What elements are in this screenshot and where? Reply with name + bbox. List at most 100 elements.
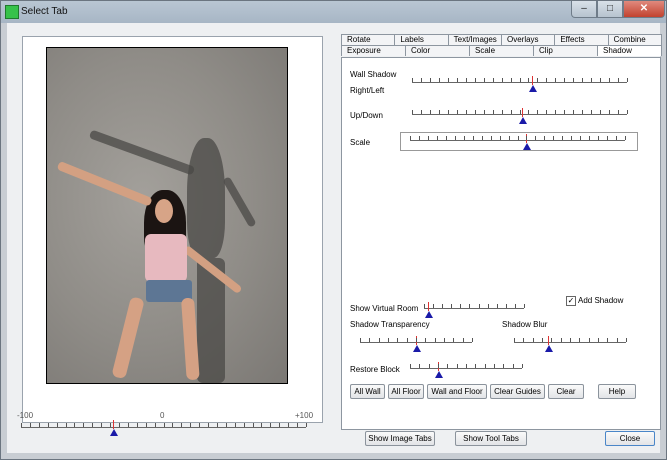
- slider-thumb[interactable]: [425, 311, 433, 318]
- slider-tick: [537, 110, 539, 114]
- clear-guides-button[interactable]: Clear Guides: [490, 384, 545, 399]
- slider-tick: [570, 338, 571, 342]
- slider-tick: [429, 78, 431, 82]
- wall-shadow-label: Wall Shadow: [350, 70, 397, 79]
- slider-tick: [29, 423, 31, 427]
- slider-tick: [270, 423, 272, 427]
- restore-block-slider[interactable]: [410, 362, 530, 382]
- slider-tick: [445, 136, 447, 140]
- slider-tick: [535, 136, 537, 140]
- tab-effects[interactable]: Effects: [554, 34, 609, 45]
- tab-overlays[interactable]: Overlays: [500, 34, 556, 45]
- slider-tick: [499, 136, 501, 140]
- wall-and-floor-button[interactable]: Wall and Floor: [427, 384, 487, 399]
- slider-tick: [544, 136, 546, 140]
- slider-tick: [427, 136, 429, 140]
- slider-tick: [234, 423, 236, 427]
- virtual-room-slider[interactable]: [424, 302, 534, 322]
- tab-color[interactable]: Color: [405, 45, 470, 56]
- minimize-button[interactable]: –: [571, 1, 597, 18]
- slider-tick: [434, 338, 436, 342]
- scale-slider[interactable]: [410, 134, 630, 154]
- slider-thumb[interactable]: [435, 371, 443, 378]
- slider-thumb[interactable]: [523, 143, 531, 150]
- slider-marker: [548, 336, 549, 345]
- tab-combine[interactable]: Combine: [607, 34, 662, 45]
- slider-tick: [419, 364, 421, 368]
- tab-exposure[interactable]: Exposure: [341, 45, 406, 56]
- tab-shadow[interactable]: Shadow: [597, 45, 662, 56]
- slider-tick: [484, 364, 486, 368]
- tab-clip[interactable]: Clip: [533, 45, 598, 56]
- slider-tick: [564, 78, 566, 82]
- shadow-blur-slider[interactable]: [514, 336, 634, 356]
- slider-tick: [598, 338, 599, 342]
- slider-tick: [478, 304, 480, 308]
- slider-tick: [56, 423, 58, 427]
- clear-button[interactable]: Clear: [548, 384, 584, 399]
- slider-tick: [397, 338, 399, 342]
- slider-tick: [532, 338, 534, 342]
- slider-tick: [481, 136, 483, 140]
- slider-tick: [483, 78, 485, 82]
- tab-scale[interactable]: Scale: [469, 45, 534, 56]
- window: Select Tab – □ ✕ -100 0 +100 Rotate Labe…: [0, 0, 667, 460]
- slider-tick: [546, 110, 548, 114]
- tab-text-images[interactable]: Text/Images: [447, 34, 502, 45]
- slider-tick: [163, 423, 165, 427]
- slider-thumb[interactable]: [545, 345, 553, 352]
- all-floor-button[interactable]: All Floor: [388, 384, 424, 399]
- slider-tick: [571, 136, 573, 140]
- slider-tick: [225, 423, 227, 427]
- tab-rotate[interactable]: Rotate: [341, 34, 396, 45]
- shadow-blur-label: Shadow Blur: [502, 320, 548, 329]
- help-button[interactable]: Help: [598, 384, 636, 399]
- right-left-slider[interactable]: [412, 76, 632, 96]
- slider-min-label: -100: [17, 411, 34, 420]
- show-image-tabs-button[interactable]: Show Image Tabs: [365, 431, 435, 446]
- slider-thumb[interactable]: [413, 345, 421, 352]
- slider-thumb[interactable]: [529, 85, 537, 92]
- slider-tick: [453, 338, 455, 342]
- slider-tick: [447, 78, 449, 82]
- slider-thumb[interactable]: [110, 429, 118, 436]
- shadow-tab-panel: Wall Shadow Right/Left Up/Down Scale ✓ A…: [341, 57, 661, 430]
- up-down-slider[interactable]: [412, 108, 632, 128]
- image-position-slider[interactable]: -100 0 +100: [17, 411, 317, 441]
- slider-track: [514, 342, 626, 343]
- slider-tick: [378, 338, 380, 342]
- scale-label: Scale: [350, 138, 371, 147]
- close-button[interactable]: Close: [605, 431, 655, 446]
- wall-shadow-arm: [88, 129, 196, 176]
- slider-tick: [21, 423, 22, 427]
- up-down-label: Up/Down: [350, 111, 383, 120]
- all-wall-button[interactable]: All Wall: [350, 384, 385, 399]
- slider-tick: [492, 110, 494, 114]
- slider-tick: [199, 423, 201, 427]
- slider-tick: [517, 136, 519, 140]
- maximize-button[interactable]: □: [597, 1, 623, 18]
- add-shadow-checkbox[interactable]: ✓: [566, 296, 576, 306]
- slider-tick: [483, 110, 485, 114]
- slider-tick: [438, 110, 440, 114]
- slider-tick: [524, 304, 525, 308]
- slider-tick: [38, 423, 40, 427]
- slider-tick: [542, 338, 543, 342]
- person-arm-left: [56, 160, 153, 207]
- slider-tick: [136, 423, 138, 427]
- slider-tick: [110, 423, 112, 427]
- close-window-button[interactable]: ✕: [623, 1, 665, 18]
- slider-tick: [600, 78, 602, 82]
- right-left-label: Right/Left: [350, 86, 385, 95]
- slider-tick: [288, 423, 290, 427]
- slider-tick: [451, 304, 453, 308]
- slider-tick: [460, 304, 462, 308]
- slider-tick: [145, 423, 147, 427]
- shadow-transparency-slider[interactable]: [360, 336, 480, 356]
- slider-tick: [388, 338, 389, 342]
- tab-labels[interactable]: Labels: [394, 34, 449, 45]
- wall-shadow-shape: [187, 138, 225, 258]
- slider-thumb[interactable]: [519, 117, 527, 124]
- slider-tick: [582, 110, 584, 114]
- show-tool-tabs-button[interactable]: Show Tool Tabs: [455, 431, 527, 446]
